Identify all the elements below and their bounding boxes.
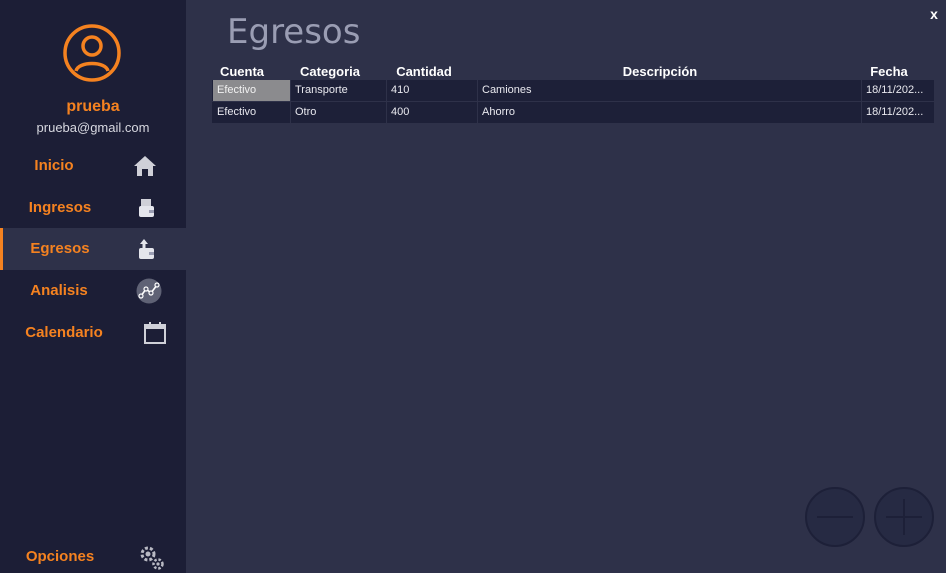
nav-label: Calendario: [25, 324, 103, 341]
column-header-descripcion[interactable]: Descripción: [480, 64, 840, 79]
expenses-table: Cuenta Categoria Cantidad Descripción Fe…: [212, 62, 934, 124]
remove-button[interactable]: [805, 487, 865, 547]
page-title: Egresos: [227, 12, 361, 52]
user-name: prueba: [66, 98, 120, 115]
wallet-out-icon: [139, 239, 154, 259]
cell-cantidad[interactable]: 410: [387, 80, 478, 101]
cell-categoria[interactable]: Otro: [291, 102, 387, 123]
nav-item-analisis[interactable]: Analisis: [0, 270, 186, 312]
minus-icon: [817, 516, 853, 518]
home-icon: [134, 156, 156, 176]
wallet-in-icon: [139, 199, 154, 217]
column-header-fecha[interactable]: Fecha: [862, 64, 916, 79]
column-header-categoria[interactable]: Categoria: [292, 64, 368, 79]
nav-label: Opciones: [25, 548, 95, 565]
cell-categoria[interactable]: Transporte: [291, 80, 387, 101]
cell-fecha[interactable]: 18/11/202...: [862, 80, 934, 101]
table-row[interactable]: Efectivo Otro 400 Ahorro 18/11/202...: [212, 102, 934, 124]
add-button[interactable]: [874, 487, 934, 547]
nav-item-inicio[interactable]: Inicio: [0, 145, 186, 187]
table-row[interactable]: Efectivo Transporte 410 Camiones 18/11/2…: [212, 80, 934, 102]
sidebar: prueba prueba@gmail.com Inicio Ingresos …: [0, 0, 186, 573]
cell-fecha[interactable]: 18/11/202...: [862, 102, 934, 123]
nav-item-ingresos[interactable]: Ingresos: [0, 187, 186, 229]
nav-label: Analisis: [30, 282, 88, 299]
analytics-icon: [136, 278, 162, 304]
plus-icon: [886, 499, 922, 535]
column-header-cuenta[interactable]: Cuenta: [212, 64, 272, 79]
cell-cuenta[interactable]: Efectivo: [213, 80, 291, 101]
column-header-cantidad[interactable]: Cantidad: [388, 64, 460, 79]
close-button[interactable]: x: [926, 6, 942, 24]
nav-item-calendario[interactable]: Calendario: [0, 312, 186, 354]
nav-label: Egresos: [30, 240, 90, 257]
cell-descripcion[interactable]: Camiones: [478, 80, 862, 101]
cell-cuenta[interactable]: Efectivo: [213, 102, 291, 123]
cell-cantidad[interactable]: 400: [387, 102, 478, 123]
table-header: Cuenta Categoria Cantidad Descripción Fe…: [212, 62, 934, 80]
user-email: prueba@gmail.com: [36, 120, 150, 135]
user-avatar-icon: [63, 24, 121, 82]
calendar-icon: [144, 322, 166, 344]
nav-item-egresos[interactable]: Egresos: [0, 228, 186, 270]
options-button[interactable]: Opciones: [0, 536, 186, 573]
nav-label: Ingresos: [28, 199, 92, 216]
cell-descripcion[interactable]: Ahorro: [478, 102, 862, 123]
nav-label: Inicio: [34, 157, 74, 174]
gears-icon: [140, 546, 164, 570]
